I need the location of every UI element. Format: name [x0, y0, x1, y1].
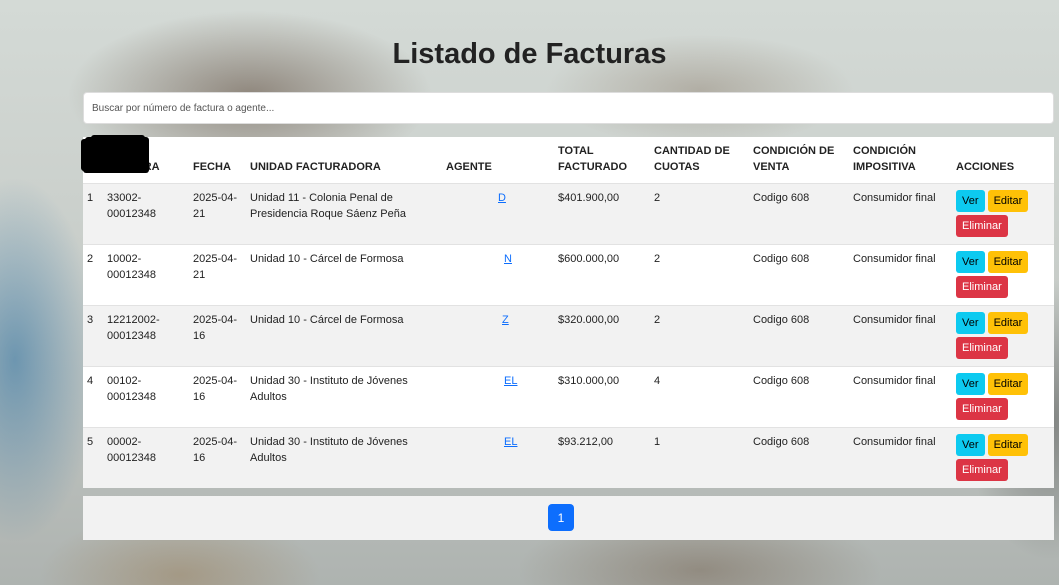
cell-agente: N — [89, 139, 554, 306]
cell-cuotas: 4 — [650, 366, 749, 428]
cell-nro-factura: 10002-00012348 — [103, 244, 189, 306]
cell-cuotas: 1 — [650, 427, 749, 488]
cell-acciones: Ver Editar Eliminar — [952, 183, 1054, 245]
cell-cuotas: 2 — [650, 244, 749, 306]
cell-nro-factura: 00102-00012348 — [103, 366, 189, 428]
cell-acciones: Ver Editar Eliminar — [952, 366, 1054, 428]
cell-unidad: Unidad 11 - Colonia Penal de Presidencia… — [246, 183, 442, 245]
cell-unidad: Unidad 10 - Cárcel de Formosa — [246, 244, 442, 306]
editar-button[interactable]: Editar — [987, 190, 1029, 212]
cell-acciones: Ver Editar Eliminar — [952, 305, 1054, 367]
agent-link[interactable]: Z — [446, 312, 509, 328]
cell-condicion-venta: Codigo 608 — [749, 427, 849, 488]
editar-button[interactable]: Editar — [987, 312, 1029, 334]
header-unidad: UNIDAD FACTURADORA — [246, 137, 442, 184]
header-acciones: ACCIONES — [952, 137, 1054, 184]
header-cuotas: CANTIDAD DE CUOTAS — [650, 137, 749, 184]
cell-agente: D — [83, 141, 554, 245]
cell-condicion-venta: Codigo 608 — [749, 183, 849, 245]
table-row: 4 00102-00012348 2025-04-16 Unidad 30 - … — [81, 139, 1054, 428]
cell-agente: Z — [91, 135, 554, 367]
cell-unidad: Unidad 10 - Cárcel de Formosa — [246, 305, 442, 367]
ver-button[interactable]: Ver — [956, 434, 985, 456]
ver-button[interactable]: Ver — [956, 190, 985, 212]
table-row: 1 33002-00012348 2025-04-21 Unidad 11 - … — [83, 141, 1054, 245]
agent-link[interactable]: D — [446, 190, 506, 206]
ver-button[interactable]: Ver — [956, 373, 985, 395]
cell-index: 1 — [83, 183, 103, 245]
cell-total: $600.000,00 — [554, 244, 650, 306]
agent-link[interactable]: EL — [446, 373, 517, 389]
editar-button[interactable]: Editar — [987, 373, 1029, 395]
cell-unidad: Unidad 30 - Instituto de Jóvenes Adultos — [246, 427, 442, 488]
header-agente: AGENTE — [442, 137, 554, 184]
cell-total: $401.900,00 — [554, 183, 650, 245]
cell-total: $310.000,00 — [554, 366, 650, 428]
editar-button[interactable]: Editar — [987, 251, 1029, 273]
redaction-mark — [85, 137, 149, 171]
cell-unidad: Unidad 30 - Instituto de Jóvenes Adultos — [246, 366, 442, 428]
agent-link[interactable]: EL — [446, 434, 517, 450]
eliminar-button[interactable]: Eliminar — [956, 459, 1008, 481]
cell-condicion-venta: Codigo 608 — [749, 244, 849, 306]
cell-nro-factura: 12212002-00012348 — [103, 305, 189, 367]
cell-index: 3 — [83, 305, 103, 367]
header-total: TOTAL FACTURADO — [554, 137, 650, 184]
cell-agente: EL — [81, 139, 554, 428]
cell-acciones: Ver Editar Eliminar — [952, 427, 1054, 488]
cell-condicion-impositiva: Consumidor final — [849, 427, 952, 488]
cell-fecha: 2025-04-21 — [189, 244, 246, 306]
cell-fecha: 2025-04-16 — [189, 427, 246, 488]
cell-condicion-impositiva: Consumidor final — [849, 183, 952, 245]
cell-total: $320.000,00 — [554, 305, 650, 367]
cell-cuotas: 2 — [650, 305, 749, 367]
agent-link[interactable]: N — [446, 251, 512, 267]
eliminar-button[interactable]: Eliminar — [956, 337, 1008, 359]
cell-fecha: 2025-04-21 — [189, 183, 246, 245]
editar-button[interactable]: Editar — [987, 434, 1029, 456]
header-fecha: FECHA — [189, 137, 246, 184]
cell-condicion-venta: Codigo 608 — [749, 366, 849, 428]
page-title: Listado de Facturas — [392, 38, 667, 70]
cell-index: 2 — [83, 244, 103, 306]
cell-condicion-impositiva: Consumidor final — [849, 366, 952, 428]
header-condicion-venta: CONDICIÓN DE VENTA — [749, 137, 849, 184]
ver-button[interactable]: Ver — [956, 251, 985, 273]
cell-total: $93.212,00 — [554, 427, 650, 488]
table-row: 5 00002-00012348 2025-04-16 Unidad 30 - … — [83, 137, 1054, 488]
cell-acciones: Ver Editar Eliminar — [952, 244, 1054, 306]
eliminar-button[interactable]: Eliminar — [956, 276, 1008, 298]
table-row: 2 10002-00012348 2025-04-21 Unidad 10 - … — [83, 139, 1054, 306]
cell-condicion-venta: Codigo 608 — [749, 305, 849, 367]
cell-nro-factura: 33002-00012348 — [103, 183, 189, 245]
table-header-row: # NRO. FACTURA FECHA UNIDAD FACTURADORA … — [83, 137, 1054, 184]
search-input[interactable] — [83, 92, 1054, 124]
cell-index: 5 — [83, 427, 103, 488]
cell-fecha: 2025-04-16 — [189, 305, 246, 367]
cell-condicion-impositiva: Consumidor final — [849, 244, 952, 306]
page-button-active[interactable]: 1 — [548, 504, 574, 531]
cell-condicion-impositiva: Consumidor final — [849, 305, 952, 367]
pagination: 1 — [83, 496, 1054, 540]
table-row: 3 12212002-00012348 2025-04-16 Unidad 10… — [83, 135, 1054, 367]
ver-button[interactable]: Ver — [956, 312, 985, 334]
cell-fecha: 2025-04-16 — [189, 366, 246, 428]
header-condicion-impositiva: CONDICIÓN IMPOSITIVA — [849, 137, 952, 184]
eliminar-button[interactable]: Eliminar — [956, 398, 1008, 420]
cell-agente: EL — [85, 137, 554, 488]
cell-nro-factura: 00002-00012348 — [103, 427, 189, 488]
invoices-table: # NRO. FACTURA FECHA UNIDAD FACTURADORA … — [81, 135, 1054, 488]
cell-cuotas: 2 — [650, 183, 749, 245]
cell-index: 4 — [83, 366, 103, 428]
eliminar-button[interactable]: Eliminar — [956, 215, 1008, 237]
